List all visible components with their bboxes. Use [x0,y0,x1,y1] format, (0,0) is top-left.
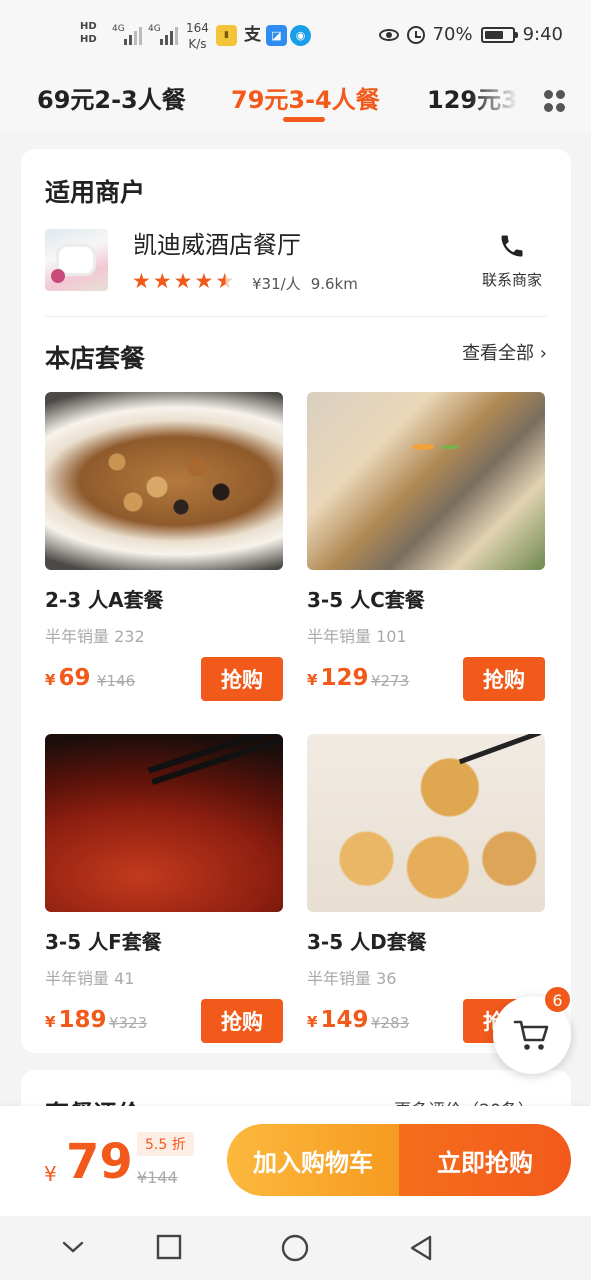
hd-indicator: HD HD [80,21,97,45]
signal-icon [160,27,178,45]
divider [45,316,547,317]
battery-percent: 70% [432,24,473,45]
package-original-price: ¥273 [371,672,410,690]
tab-79-3-4[interactable]: 79元3-4人餐 [231,80,380,115]
app-icon: ◪ [266,25,287,46]
merchant-card: 适用商户 凯迪威酒店餐厅 ★ ★ ★ ★ ★ ¥31/人 9.6km 联系商家 本… [21,149,571,1053]
package-image[interactable] [307,392,545,570]
package-original-price: ¥323 [109,1014,148,1032]
merchant-name[interactable]: 凯迪威酒店餐厅 [133,225,301,260]
battery-icon [480,26,518,43]
packages-section-title: 本店套餐 [45,344,146,373]
star-icon: ★ [132,269,151,293]
alarm-icon [406,25,425,44]
phone-icon [501,235,523,257]
package-card[interactable]: 3-5 人C套餐 半年销量 101 ¥129 ¥273 抢购 [307,392,545,701]
package-card[interactable]: 3-5 人D套餐 半年销量 36 ¥149 ¥283 抢购 [307,734,545,1043]
signal-icon [124,27,142,45]
star-icon: ★ [152,269,172,293]
package-price: ¥149 [307,1007,369,1033]
package-image[interactable] [307,734,545,912]
current-price: 79 [66,1134,133,1190]
price-row: ¥129 ¥273 抢购 [307,657,545,701]
clock-time: 9:40 [522,24,563,45]
package-sales: 半年销量 101 [307,627,407,646]
chevron-down-icon[interactable] [61,1240,85,1254]
original-price: ¥144 [137,1168,178,1187]
package-sales: 半年销量 41 [45,969,135,988]
recent-apps-icon[interactable] [156,1234,182,1260]
price-row: ¥69 ¥146 抢购 [45,657,283,701]
package-sales: 半年销量 36 [307,969,397,988]
discount-badge: 5.5 折 [137,1132,194,1156]
package-price: ¥189 [45,1007,107,1033]
home-icon[interactable] [281,1234,309,1262]
view-all-link[interactable]: 查看全部 › [462,339,547,365]
package-name: 3-5 人C套餐 [307,588,425,612]
network-type-2: 4G [148,24,161,34]
tab-fade [470,72,530,132]
tab-indicator [283,117,325,122]
buy-now-button[interactable]: 立即抢购 [399,1124,571,1196]
eye-icon [378,28,399,41]
merchant-photo[interactable] [45,229,108,291]
buy-button[interactable]: 抢购 [201,657,283,701]
package-name: 3-5 人D套餐 [307,930,427,954]
package-original-price: ¥146 [97,672,136,690]
rating-stars: ★ ★ ★ ★ ★ [132,270,234,292]
merchant-section-title: 适用商户 [45,178,146,207]
vpn-icon: ▮ [216,25,237,46]
cart-count-badge: 6 [543,985,572,1014]
price-currency: ¥ [44,1162,57,1186]
chevron-right-icon: › [539,343,547,364]
star-icon: ★ [194,269,214,293]
merchant-meta: ¥31/人 9.6km [252,273,358,294]
cart-icon [513,1020,549,1050]
price-per-person: ¥31/人 [252,275,301,293]
status-right: 70% 9:40 [378,24,563,45]
package-price: ¥69 [45,665,91,691]
price-row: ¥189 ¥323 抢购 [45,999,283,1043]
buy-button[interactable]: 抢购 [201,999,283,1043]
grid-menu-icon[interactable] [544,90,566,112]
network-type-1: 4G [112,24,125,34]
star-icon: ★ [173,269,193,293]
buy-button[interactable]: 抢购 [463,657,545,701]
distance: 9.6km [310,275,358,293]
package-card[interactable]: 2-3 人A套餐 半年销量 232 ¥69 ¥146 抢购 [45,392,283,701]
add-to-cart-button[interactable]: 加入购物车 [227,1124,399,1196]
package-price: ¥129 [307,665,369,691]
package-original-price: ¥283 [371,1014,410,1032]
package-name: 2-3 人A套餐 [45,588,164,612]
alipay-icon: 支 [244,25,261,45]
contact-merchant-button[interactable]: 联系商家 [476,231,548,290]
package-card[interactable]: 3-5 人F套餐 半年销量 41 ¥189 ¥323 抢购 [45,734,283,1043]
system-nav-bar [0,1216,591,1280]
package-tabs: 69元2-3人餐 79元3-4人餐 129元3- [0,72,591,132]
package-image[interactable] [45,392,283,570]
package-name: 3-5 人F套餐 [45,930,162,954]
package-image[interactable] [45,734,283,912]
half-star-icon: ★ [215,269,235,293]
network-speed: 164 K/s [186,21,209,51]
tab-69-2-3[interactable]: 69元2-3人餐 [37,80,186,115]
purchase-bar: ¥ 79 5.5 折 ¥144 加入购物车 立即抢购 [0,1106,591,1216]
back-icon[interactable] [408,1234,434,1262]
package-sales: 半年销量 232 [45,627,145,646]
browser-icon: ◉ [290,25,311,46]
status-bar: HD HD 4G 4G 164 K/s ▮ 支 ◪ ◉ 70% 9:40 [0,0,591,72]
